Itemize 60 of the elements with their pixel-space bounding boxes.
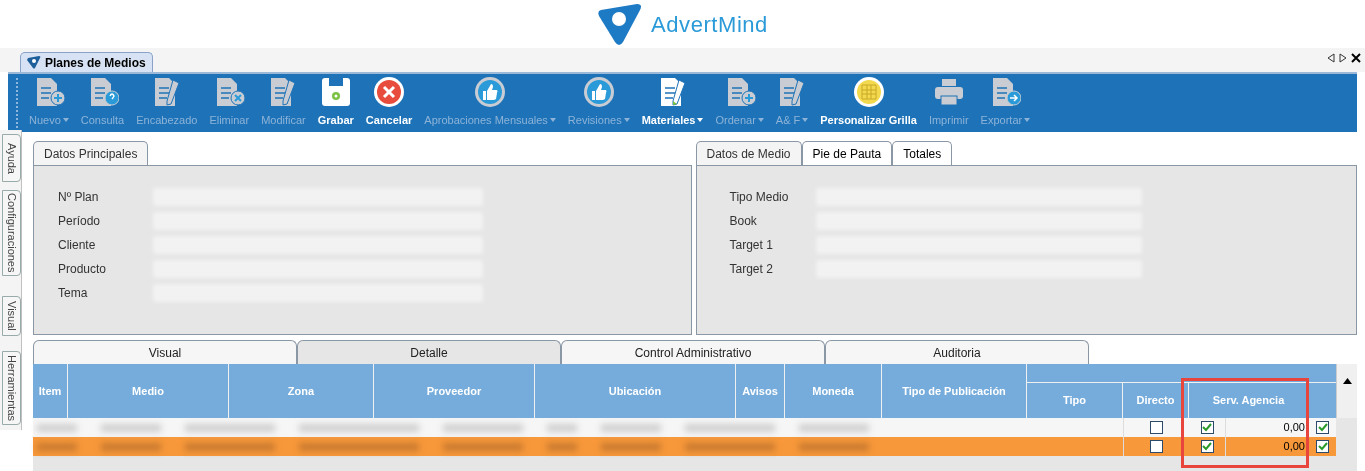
document-tab[interactable]: Planes de Medios: [20, 52, 153, 72]
logo-icon: [597, 2, 644, 46]
side-tab[interactable]: Ayuda: [2, 134, 21, 182]
grid-icon: [852, 76, 885, 108]
column-header[interactable]: Moneda: [785, 364, 882, 418]
toolbar-button[interactable]: Cancelar: [360, 74, 418, 130]
checkbox[interactable]: [1316, 440, 1329, 453]
column-header: [1309, 383, 1336, 418]
side-tab[interactable]: Herramientas: [2, 351, 21, 425]
column-header[interactable]: Avisos: [736, 364, 785, 418]
detail-tab[interactable]: Control Administrativo: [561, 340, 825, 364]
column-header[interactable]: Ubicación: [535, 364, 736, 418]
field-label: Target 1: [729, 237, 774, 254]
table-cell: 0,00: [1225, 437, 1309, 456]
panel-tab[interactable]: Datos de Medio: [695, 141, 802, 165]
scroll-left-icon[interactable]: [1327, 53, 1335, 63]
checkbox[interactable]: [1150, 440, 1163, 453]
scroll-right-icon[interactable]: [1339, 53, 1347, 63]
detail-tab[interactable]: Detalle: [297, 340, 561, 364]
detail-tab[interactable]: Visual: [33, 340, 297, 364]
save-icon: [319, 76, 352, 108]
checkbox[interactable]: [1200, 421, 1214, 434]
thumbs-up-icon: [582, 76, 615, 108]
field-label: Nº Plan: [58, 189, 100, 206]
side-tab[interactable]: Configuraciones: [2, 190, 21, 276]
toolbar-button[interactable]: Materiales: [636, 74, 709, 130]
column-header[interactable]: Proveedor: [374, 364, 535, 418]
field-label: Book: [729, 213, 758, 230]
checkbox[interactable]: [1150, 421, 1163, 434]
column-header[interactable]: Tipo de Publicación: [882, 364, 1027, 418]
scroll-up-icon[interactable]: [1342, 378, 1352, 384]
field-label: Tipo Medio: [729, 189, 790, 206]
checkbox[interactable]: [1200, 440, 1214, 453]
column-header[interactable]: Serv. Agencia: [1189, 383, 1309, 418]
column-header[interactable]: Directo: [1123, 383, 1189, 418]
brand-name: AdvertMind: [651, 10, 768, 39]
field-label: Target 2: [729, 261, 774, 278]
cancel-icon: [373, 76, 406, 108]
column-header[interactable]: Medio: [68, 364, 229, 418]
toolbar-button[interactable]: Grabar: [312, 74, 359, 130]
panel-tab[interactable]: Totales: [892, 141, 953, 165]
side-tab[interactable]: Visual: [2, 296, 21, 336]
printer-icon: [932, 76, 965, 108]
app-logo-icon: [27, 56, 41, 69]
thumbs-up-icon: [474, 76, 507, 108]
table-row[interactable]: 0,00: [33, 437, 1336, 456]
panel-tab[interactable]: Pie de Pauta: [801, 141, 893, 165]
checkbox[interactable]: [1316, 421, 1329, 434]
toolbar-button[interactable]: Personalizar Grilla: [815, 74, 922, 130]
close-icon[interactable]: [1351, 53, 1361, 63]
field-label: Producto: [58, 261, 108, 278]
field-label: Tema: [58, 285, 89, 302]
detail-tab[interactable]: Auditoria: [825, 340, 1089, 364]
column-header[interactable]: Zona: [229, 364, 374, 418]
column-header[interactable]: Item: [33, 364, 68, 418]
column-header[interactable]: Tipo: [1027, 383, 1123, 418]
panel-tab[interactable]: Datos Principales: [33, 141, 149, 165]
field-label: Período: [58, 213, 102, 230]
table-row[interactable]: 0,00: [33, 418, 1336, 437]
field-label: Cliente: [58, 237, 97, 254]
